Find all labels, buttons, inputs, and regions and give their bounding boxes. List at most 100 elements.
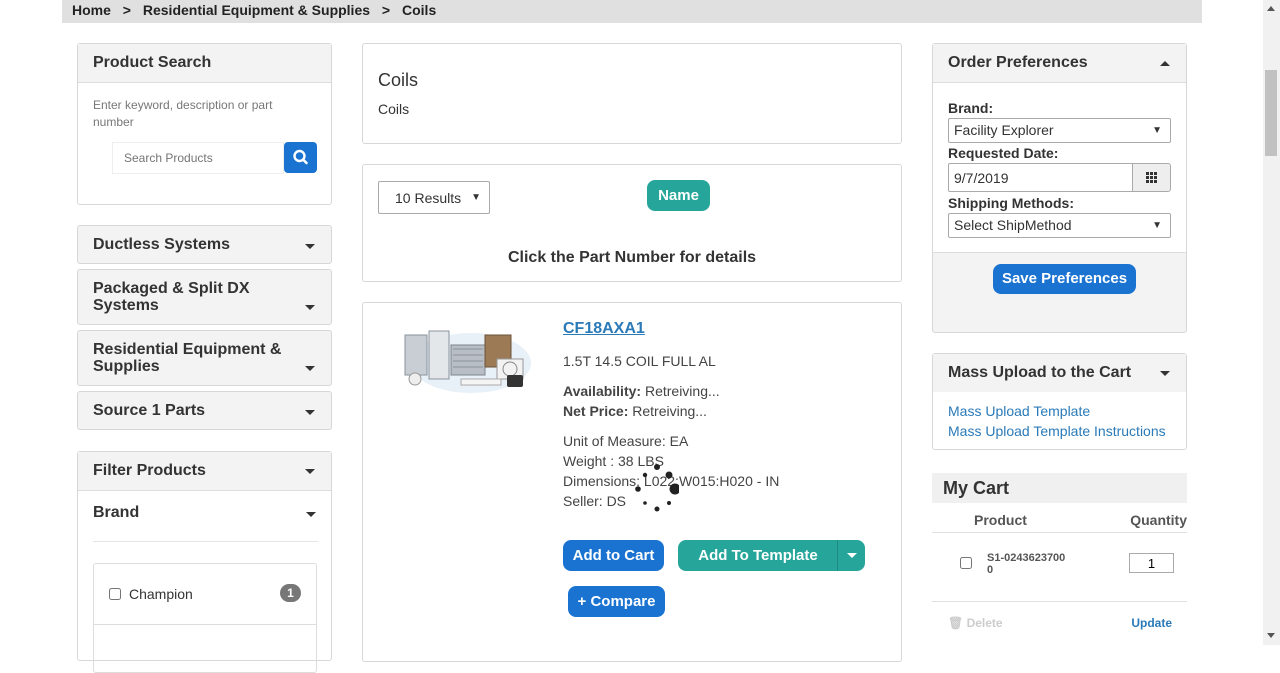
category-description: Coils: [378, 101, 410, 117]
sort-name-button[interactable]: Name: [647, 180, 710, 211]
mass-upload-header[interactable]: Mass Upload to the Cart: [933, 354, 1186, 392]
part-number-link[interactable]: CF18AXA1: [563, 320, 645, 338]
category-header-panel: Coils Coils: [362, 43, 902, 144]
brand-filter-header[interactable]: Brand: [93, 504, 318, 542]
save-preferences-button[interactable]: Save Preferences: [993, 264, 1136, 294]
category-label: Packaged & Split DX Systems: [93, 280, 250, 314]
search-hint: Enter keyword, description or part numbe…: [93, 98, 273, 129]
brand-label[interactable]: Champion: [129, 586, 193, 602]
category-label: Ductless Systems: [93, 236, 230, 253]
add-to-cart-button[interactable]: Add to Cart: [563, 540, 664, 571]
list-item: Champion 1: [94, 564, 316, 625]
results-controls-panel: 10 Results ▼ Name Click the Part Number …: [362, 164, 902, 282]
results-per-page-value: 10 Results: [395, 190, 462, 206]
breadcrumb-category[interactable]: Residential Equipment & Supplies: [143, 2, 370, 18]
chevron-up-icon: [1160, 61, 1170, 66]
cart-item-quantity-input[interactable]: [1129, 553, 1174, 573]
cart-item-checkbox[interactable]: [960, 557, 972, 569]
results-per-page-select[interactable]: 10 Results ▼: [378, 181, 490, 214]
mass-upload-title: Mass Upload to the Cart: [948, 364, 1132, 381]
scrollbar-thumb[interactable]: [1265, 70, 1277, 156]
category-source-1-parts[interactable]: Source 1 Parts: [77, 391, 332, 430]
calendar-button[interactable]: [1132, 163, 1171, 192]
chevron-down-icon: ▼: [471, 192, 481, 203]
product-description: 1.5T 14.5 COIL FULL AL: [563, 353, 716, 369]
category-residential-equipment[interactable]: Residential Equipment & Supplies: [77, 330, 332, 386]
availability: Availability: Retreiving...: [563, 383, 720, 399]
chevron-down-icon: [1160, 371, 1170, 376]
order-preferences-title: Order Preferences: [948, 54, 1088, 71]
compare-button[interactable]: + Compare: [568, 586, 665, 617]
add-to-template-dropdown[interactable]: [837, 540, 865, 571]
brand-label: Brand:: [948, 100, 994, 116]
brand-select-value: Facility Explorer: [954, 122, 1054, 138]
category-label: Residential Equipment & Supplies: [93, 341, 282, 375]
page-title: Coils: [378, 70, 419, 90]
delete-label: Delete: [966, 616, 1003, 630]
scrollbar[interactable]: [1263, 0, 1280, 645]
requested-date-label: Requested Date:: [948, 145, 1059, 161]
seller: Seller: DS: [563, 493, 627, 509]
mass-upload-template-link[interactable]: Mass Upload Template: [948, 403, 1090, 419]
my-cart-title: My Cart: [932, 473, 1187, 503]
cart-delete-button[interactable]: 🗑 Delete: [948, 616, 1003, 630]
product-search-title: Product Search: [78, 44, 331, 83]
net-price: Net Price: Retreiving...: [563, 403, 707, 419]
add-to-template-button[interactable]: Add To Template: [678, 540, 838, 571]
search-input[interactable]: [112, 142, 284, 174]
shipping-method-value: Select ShipMethod: [954, 217, 1072, 233]
search-icon: [293, 149, 308, 165]
category-ductless-systems[interactable]: Ductless Systems: [77, 225, 332, 264]
product-card: CF18AXA1 1.5T 14.5 COIL FULL AL Availabi…: [362, 302, 902, 662]
cart-col-quantity: Quantity: [1130, 512, 1187, 528]
brand-count-badge: 1: [280, 584, 301, 602]
cart-item-product: S1-02436237000: [987, 552, 1066, 576]
trash-icon: 🗑: [948, 616, 964, 630]
loading-spinner-icon: [635, 464, 679, 512]
availability-label: Availability:: [563, 383, 642, 399]
chevron-down-icon: [305, 244, 315, 249]
cart-table-header: Product Quantity: [932, 503, 1187, 533]
mass-upload-panel: Mass Upload to the Cart Mass Upload Temp…: [932, 353, 1187, 450]
chevron-down-icon: [305, 366, 315, 371]
requested-date-input[interactable]: 9/7/2019: [948, 163, 1133, 192]
order-preferences-panel: Order Preferences Brand: Facility Explor…: [932, 43, 1187, 333]
breadcrumb-current: Coils: [402, 2, 437, 18]
scroll-up-icon[interactable]: [1267, 6, 1275, 11]
product-search-panel: Product Search Enter keyword, descriptio…: [77, 43, 332, 205]
search-button[interactable]: [284, 142, 317, 173]
table-row: S1-02436237000: [932, 534, 1187, 602]
shipping-method-select[interactable]: Select ShipMethod ▼: [948, 213, 1171, 238]
filter-title: Filter Products: [93, 462, 206, 479]
brand-filter-list: Champion 1: [93, 563, 317, 673]
cart-col-product: Product: [974, 512, 1027, 528]
calendar-icon: [1146, 172, 1157, 183]
chevron-down-icon: [306, 512, 316, 517]
product-image[interactable]: [401, 317, 531, 395]
breadcrumb-home[interactable]: Home: [72, 2, 111, 18]
mass-upload-instructions-link[interactable]: Mass Upload Template Instructions: [948, 423, 1166, 439]
chevron-down-icon: [305, 469, 315, 474]
results-instruction: Click the Part Number for details: [507, 249, 757, 266]
filter-products-panel: Filter Products Brand Champion 1: [77, 451, 332, 673]
order-preferences-header[interactable]: Order Preferences: [933, 44, 1186, 83]
chevron-down-icon: ▼: [1152, 125, 1162, 136]
chevron-down-icon: [305, 410, 315, 415]
shipping-methods-label: Shipping Methods:: [948, 195, 1074, 211]
brand-filter-title: Brand: [93, 504, 140, 521]
brand-checkbox[interactable]: [109, 588, 121, 600]
category-packaged-split-dx[interactable]: Packaged & Split DX Systems: [77, 269, 332, 325]
unit-of-measure: Unit of Measure: EA: [563, 433, 689, 449]
my-cart-panel: My Cart Product Quantity S1-02436237000 …: [932, 473, 1187, 653]
scroll-down-icon[interactable]: [1267, 633, 1275, 638]
availability-value: Retreiving...: [644, 383, 720, 399]
requested-date-value: 9/7/2019: [954, 170, 1009, 186]
cart-update-button[interactable]: Update: [1131, 616, 1172, 630]
chevron-down-icon: [847, 553, 857, 558]
net-price-label: Net Price:: [563, 403, 629, 419]
chevron-down-icon: ▼: [1152, 220, 1162, 231]
breadcrumb-separator: >: [122, 2, 131, 18]
brand-select[interactable]: Facility Explorer ▼: [948, 118, 1171, 143]
filter-products-header[interactable]: Filter Products: [78, 452, 331, 491]
breadcrumb-separator: >: [381, 2, 391, 18]
